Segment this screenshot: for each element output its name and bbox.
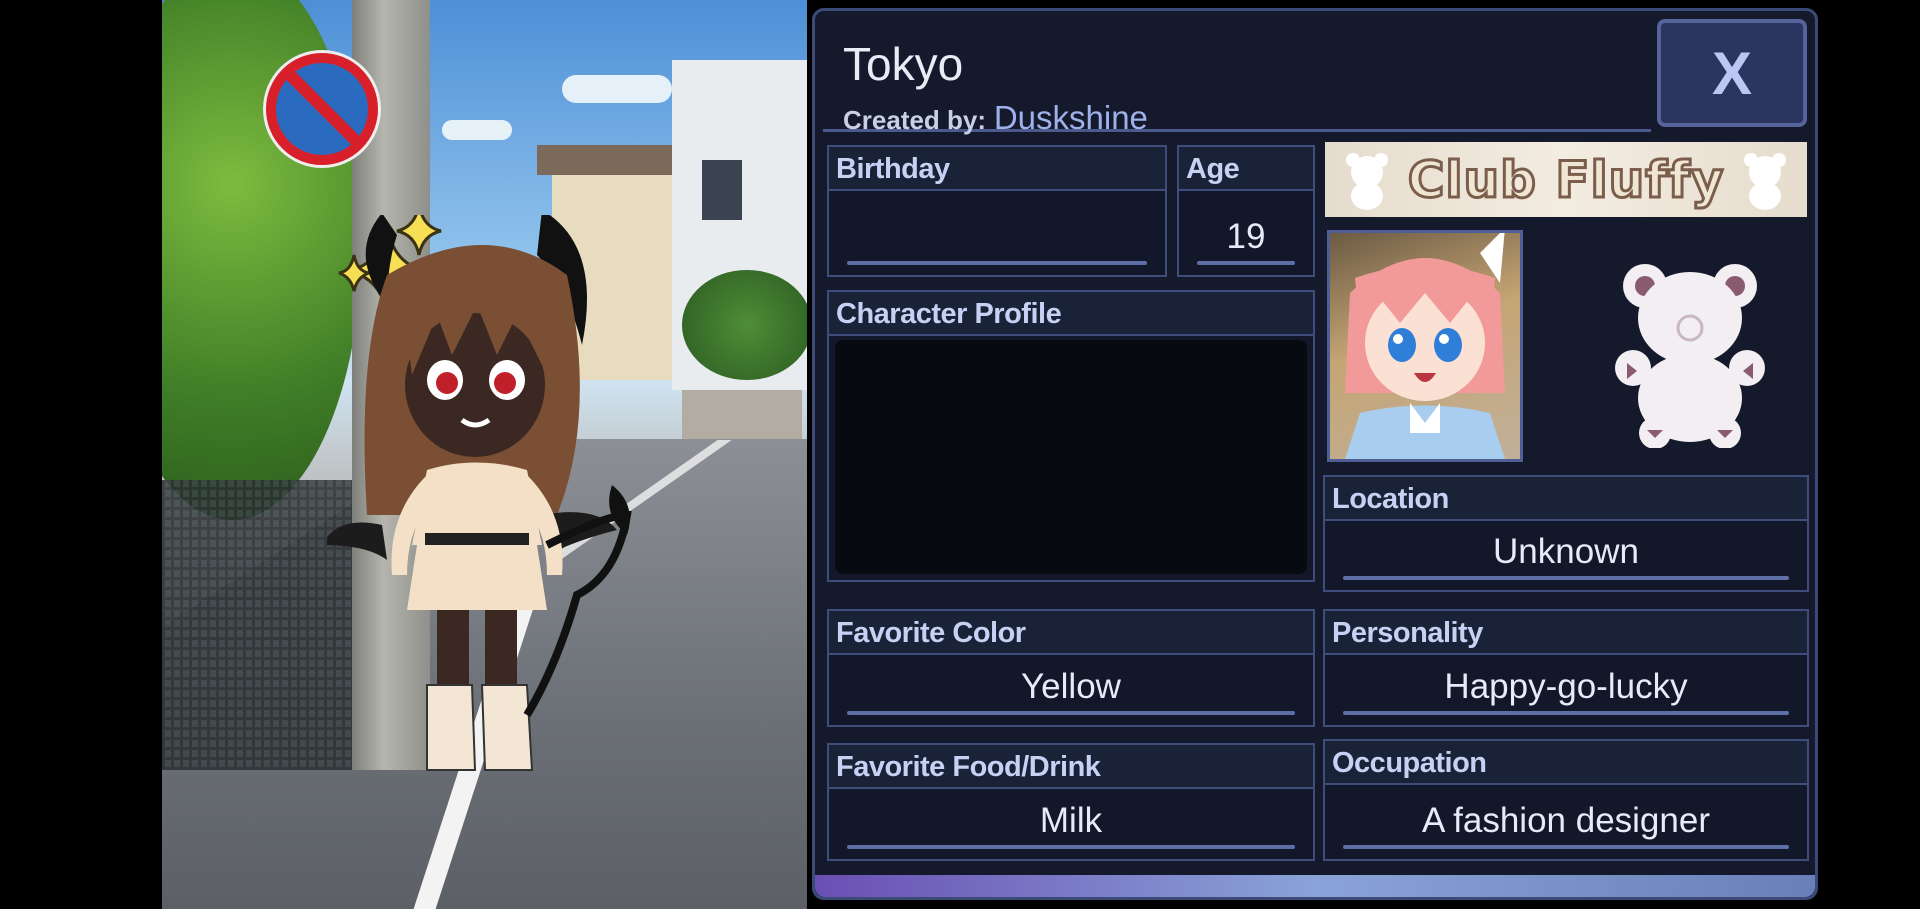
age-value: 19	[1226, 217, 1266, 256]
window	[702, 160, 742, 220]
club-banner: Club Fluffy	[1325, 142, 1807, 217]
favorite-food-underline	[847, 845, 1295, 849]
occupation-field[interactable]: Occupation A fashion designer	[1323, 739, 1809, 861]
character-name: Tokyo	[843, 38, 964, 90]
favorite-food-field[interactable]: Favorite Food/Drink Milk	[827, 743, 1315, 861]
location-underline	[1343, 576, 1789, 580]
creator-name: Duskshine	[993, 99, 1148, 136]
occupation-value: A fashion designer	[1422, 801, 1710, 840]
personality-label: Personality	[1325, 611, 1807, 655]
occupation-label: Occupation	[1325, 741, 1807, 785]
profile-panel: Tokyo Created by: Duskshine X Birthday A…	[812, 8, 1818, 900]
creator-line: Created by: Duskshine	[843, 99, 1148, 137]
age-underline	[1197, 261, 1295, 265]
character-profile-text[interactable]	[835, 340, 1307, 574]
character-profile-field[interactable]: Character Profile	[827, 290, 1315, 582]
location-field[interactable]: Location Unknown	[1323, 475, 1809, 592]
profile-header: Tokyo Created by: Duskshine	[823, 19, 1651, 136]
close-icon: X	[1711, 39, 1753, 107]
character[interactable]	[327, 215, 667, 785]
character-profile-label: Character Profile	[829, 292, 1313, 336]
favorite-color-label: Favorite Color	[829, 611, 1313, 655]
personality-field[interactable]: Personality Happy-go-lucky	[1323, 609, 1809, 727]
created-by-label: Created by:	[843, 105, 987, 135]
no-parking-sign	[266, 53, 378, 165]
location-label: Location	[1325, 477, 1807, 521]
cloud	[442, 120, 512, 140]
avatar-art	[1345, 233, 1505, 459]
cloud	[562, 75, 672, 103]
personality-value: Happy-go-lucky	[1444, 667, 1688, 706]
sparkle-icon	[396, 215, 442, 256]
club-name: Club Fluffy	[1406, 149, 1725, 210]
panel-bottom-bar	[815, 875, 1815, 897]
birthday-underline	[847, 261, 1147, 265]
birthday-label: Birthday	[829, 147, 1165, 191]
sparkle-icon	[338, 254, 370, 292]
age-label: Age	[1179, 147, 1313, 191]
age-field[interactable]: Age 19	[1177, 145, 1315, 277]
bear-icon	[1744, 153, 1786, 210]
character-avatar	[1327, 230, 1523, 462]
close-button[interactable]: X	[1657, 19, 1807, 127]
favorite-food-value: Milk	[1039, 801, 1103, 840]
bear-icon	[1346, 153, 1388, 210]
house-roof	[537, 145, 687, 175]
occupation-underline	[1343, 845, 1789, 849]
favorite-color-value: Yellow	[1021, 667, 1121, 706]
bear-icon	[1615, 264, 1765, 448]
favorite-food-label: Favorite Food/Drink	[829, 745, 1313, 789]
personality-underline	[1343, 711, 1789, 715]
game-scene	[162, 0, 807, 909]
bush	[682, 270, 807, 380]
favorite-color-underline	[847, 711, 1295, 715]
location-value: Unknown	[1493, 532, 1639, 571]
favorite-color-field[interactable]: Favorite Color Yellow	[827, 609, 1315, 727]
birthday-field[interactable]: Birthday	[827, 145, 1167, 277]
